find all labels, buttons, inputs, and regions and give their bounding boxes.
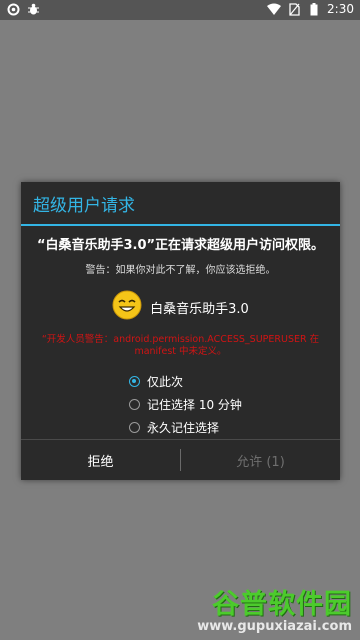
allow-button[interactable]: 允许 (1): [181, 440, 340, 480]
remember-options: 仅此次 记住选择 10 分钟 永久记住选择: [31, 370, 330, 439]
status-time: 2:30: [327, 2, 354, 16]
option-once[interactable]: 仅此次: [129, 370, 330, 393]
status-bar: 2:30: [0, 0, 360, 20]
radio-button[interactable]: [129, 399, 140, 410]
option-remember-forever[interactable]: 永久记住选择: [129, 416, 330, 439]
request-headline: “白桑音乐助手3.0”正在请求超级用户访问权限。: [36, 238, 325, 253]
title-divider: [21, 224, 340, 226]
wifi-icon: [267, 2, 282, 16]
watermark: 谷普软件园 www.gupuxiazai.com: [197, 582, 352, 634]
app-row: 白桑音乐助手3.0: [31, 290, 330, 324]
no-sim-icon: [287, 2, 301, 16]
radio-button-selected[interactable]: [129, 376, 140, 387]
settings-icon: [6, 2, 20, 16]
deny-button[interactable]: 拒绝: [21, 440, 180, 480]
battery-icon: [307, 2, 321, 16]
option-label: 仅此次: [147, 375, 184, 389]
dialog-button-bar: 拒绝 允许 (1): [21, 439, 340, 480]
dialog-title: 超级用户请求: [33, 195, 135, 216]
option-remember-10-min[interactable]: 记住选择 10 分钟: [129, 393, 330, 416]
app-name: 白桑音乐助手3.0: [150, 301, 249, 317]
watermark-brand: 谷普软件园: [212, 589, 352, 620]
superuser-request-dialog: 超级用户请求 “白桑音乐助手3.0”正在请求超级用户访问权限。 警告：如果你对此…: [21, 182, 340, 480]
option-label: 永久记住选择: [147, 421, 220, 435]
option-label: 记住选择 10 分钟: [147, 398, 242, 412]
warning-text: 警告：如果你对此不了解，你应该选拒绝。: [85, 265, 276, 276]
watermark-url: www.gupuxiazai.com: [197, 619, 352, 634]
developer-warning: “开发人员警告：android.permission.ACCESS_SUPERU…: [41, 334, 320, 357]
radio-button[interactable]: [129, 422, 140, 433]
bug-icon: [26, 2, 40, 16]
smiley-face-icon: [112, 290, 142, 324]
